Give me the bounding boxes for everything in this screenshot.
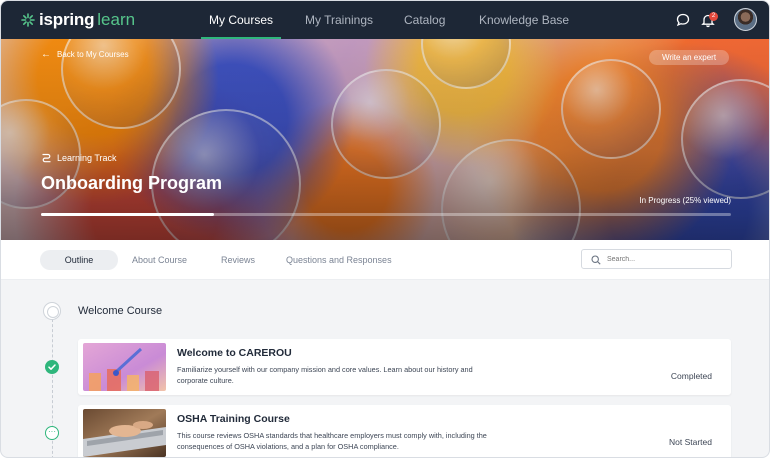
logo-brand: ispring [39, 10, 95, 29]
notification-badge: 2 [709, 12, 718, 21]
nav-knowledge-base[interactable]: Knowledge Base [479, 1, 569, 39]
hero-overlay [1, 39, 769, 240]
course-title[interactable]: Welcome to CAREROU [177, 347, 292, 359]
progress-bar [41, 213, 731, 216]
logo[interactable]: ispring learn [21, 9, 135, 31]
nav-catalog[interactable]: Catalog [404, 1, 445, 39]
logo-product: learn [97, 10, 136, 29]
learning-track-icon [42, 153, 51, 163]
section-title: Welcome Course [78, 305, 163, 317]
progress-bar-fill [41, 213, 214, 216]
chat-icon[interactable] [675, 12, 691, 28]
nav-my-courses[interactable]: My Courses [200, 1, 282, 39]
app-window: ispring learn My Courses My Trainings Ca… [0, 0, 770, 458]
learning-track-text: Learning Track [57, 152, 117, 163]
tab-questions-and-responses[interactable]: Questions and Responses [286, 250, 392, 270]
lab-image [83, 343, 166, 391]
logo-icon [21, 13, 35, 27]
search-box [581, 249, 732, 269]
course-thumbnail [83, 343, 166, 391]
tab-reviews[interactable]: Reviews [221, 250, 255, 270]
back-link[interactable]: ← Back to My Courses [41, 49, 129, 60]
course-card[interactable]: OSHA Training Course This course reviews… [78, 405, 731, 457]
course-card[interactable]: Welcome to CAREROU Familiarize yourself … [78, 339, 731, 395]
tab-about-course[interactable]: About Course [132, 250, 187, 270]
avatar[interactable] [734, 8, 757, 31]
course-status: Not Started [669, 437, 712, 447]
course-title[interactable]: OSHA Training Course [177, 413, 290, 425]
course-description: This course reviews OSHA standards that … [177, 431, 487, 451]
arrow-left-icon: ← [41, 49, 51, 60]
check-icon [45, 360, 59, 374]
nav-my-trainings[interactable]: My Trainings [305, 1, 373, 39]
more-icon: ··· [45, 426, 59, 440]
learning-track-label: Learning Track [41, 152, 117, 163]
top-navigation: ispring learn My Courses My Trainings Ca… [1, 1, 769, 39]
progress-status-text: In Progress (25% viewed) [639, 196, 731, 205]
tab-outline[interactable]: Outline [40, 250, 118, 270]
page-title: Onboarding Program [41, 173, 223, 193]
search-icon [591, 255, 601, 265]
check-mark [48, 364, 56, 370]
search-input[interactable] [607, 252, 727, 267]
course-status: Completed [670, 371, 712, 381]
keyboard-image [83, 409, 166, 457]
back-link-label: Back to My Courses [57, 50, 129, 59]
section-node-icon [43, 302, 61, 320]
course-tabs: Outline About Course Reviews Questions a… [1, 240, 769, 280]
course-thumbnail [83, 409, 166, 457]
write-expert-button[interactable]: Write an expert [649, 50, 729, 65]
course-hero-banner: ← Back to My Courses Write an expert Lea… [1, 39, 769, 240]
course-description: Familiarize yourself with our company mi… [177, 365, 473, 385]
